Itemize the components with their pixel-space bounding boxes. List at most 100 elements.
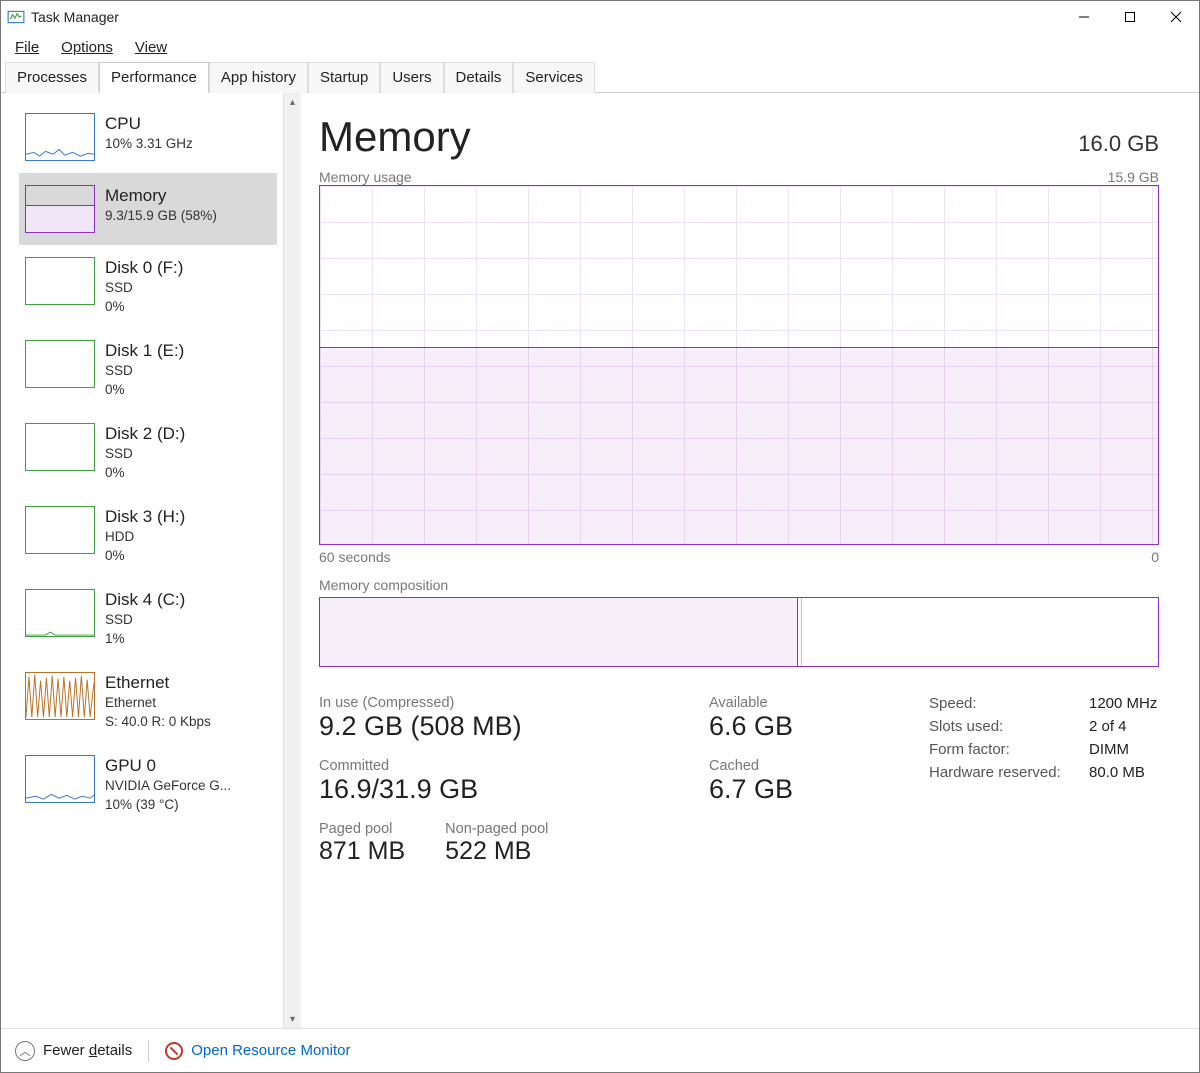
memory-panel: Memory 16.0 GB Memory usage 15.9 GB 60 s… <box>301 93 1199 1028</box>
menu-options[interactable]: Options <box>61 39 113 56</box>
tab-strip: Processes Performance App history Startu… <box>1 61 1199 93</box>
sidebar-item-disk-3[interactable]: Disk 3 (H:) HDD 0% <box>19 494 277 577</box>
paged-label: Paged pool <box>319 821 405 837</box>
menu-file[interactable]: File <box>15 39 39 56</box>
divider <box>148 1040 149 1062</box>
tab-startup[interactable]: Startup <box>308 62 380 93</box>
hw-reserved-val: 80.0 MB <box>1089 764 1145 781</box>
gpu-sparkline-icon <box>25 755 95 803</box>
minimize-button[interactable] <box>1061 1 1107 33</box>
fewer-details-label: Fewer details <box>43 1042 132 1059</box>
maximize-button[interactable] <box>1107 1 1153 33</box>
sidebar-item-sub2: 0% <box>105 382 184 399</box>
committed-value: 16.9/31.9 GB <box>319 774 669 805</box>
footer-bar: ︿ Fewer details Open Resource Monitor <box>1 1028 1199 1072</box>
sidebar-item-disk-0[interactable]: Disk 0 (F:) SSD 0% <box>19 245 277 328</box>
disk-sparkline-icon <box>25 423 95 471</box>
chart-ymax: 15.9 GB <box>1108 169 1159 185</box>
composition-in-use <box>320 598 798 666</box>
window-controls <box>1061 1 1199 33</box>
in-use-label: In use (Compressed) <box>319 695 669 711</box>
composition-label: Memory composition <box>319 577 1159 593</box>
hw-slots-key: Slots used: <box>929 718 1089 735</box>
sidebar-item-sub: NVIDIA GeForce G... <box>105 778 231 795</box>
sidebar-item-label: Disk 2 (D:) <box>105 423 185 444</box>
memory-composition-bar <box>319 597 1159 667</box>
hw-slots-val: 2 of 4 <box>1089 718 1127 735</box>
hw-speed-key: Speed: <box>929 695 1089 712</box>
composition-available <box>802 598 1158 666</box>
sidebar-item-sub: Ethernet <box>105 695 211 712</box>
chevron-up-icon: ︿ <box>15 1041 35 1061</box>
available-label: Available <box>709 695 889 711</box>
sidebar-scrollbar[interactable]: ▴ ▾ <box>283 93 301 1028</box>
nonpaged-value: 522 MB <box>445 837 548 866</box>
paged-value: 871 MB <box>319 837 405 866</box>
menu-bar: File Options View <box>1 33 1199 61</box>
sidebar-item-label: CPU <box>105 113 193 134</box>
sidebar-item-sub: SSD <box>105 446 185 463</box>
sidebar-item-sub2: S: 40.0 R: 0 Kbps <box>105 714 211 731</box>
menu-view[interactable]: View <box>135 39 167 56</box>
title-bar: Task Manager <box>1 1 1199 33</box>
hw-reserved-key: Hardware reserved: <box>929 764 1089 781</box>
disk-sparkline-icon <box>25 506 95 554</box>
chart-xright: 0 <box>1151 549 1159 565</box>
hw-form-val: DIMM <box>1089 741 1129 758</box>
app-icon <box>7 8 25 26</box>
nonpaged-label: Non-paged pool <box>445 821 548 837</box>
sidebar-item-label: Ethernet <box>105 672 211 693</box>
close-button[interactable] <box>1153 1 1199 33</box>
sidebar-item-sub: SSD <box>105 363 184 380</box>
sidebar-item-disk-2[interactable]: Disk 2 (D:) SSD 0% <box>19 411 277 494</box>
in-use-value: 9.2 GB (508 MB) <box>319 711 669 742</box>
committed-label: Committed <box>319 758 669 774</box>
sidebar-item-sub: 10% 3.31 GHz <box>105 136 193 153</box>
resource-monitor-label: Open Resource Monitor <box>191 1042 350 1059</box>
sidebar-item-label: Memory <box>105 185 217 206</box>
sidebar-item-memory[interactable]: Memory 9.3/15.9 GB (58%) <box>19 173 277 245</box>
sidebar-item-label: Disk 3 (H:) <box>105 506 185 527</box>
memory-usage-chart <box>319 185 1159 545</box>
tab-services[interactable]: Services <box>513 62 595 93</box>
sidebar-item-sub: SSD <box>105 280 183 297</box>
fewer-details-button[interactable]: ︿ Fewer details <box>15 1041 132 1061</box>
sidebar-item-disk-1[interactable]: Disk 1 (E:) SSD 0% <box>19 328 277 411</box>
open-resource-monitor-link[interactable]: Open Resource Monitor <box>165 1042 350 1060</box>
task-manager-window: Task Manager File Options View Processes… <box>0 0 1200 1073</box>
resource-monitor-icon <box>165 1042 183 1060</box>
tab-details[interactable]: Details <box>444 62 514 93</box>
memory-sparkline-icon <box>25 185 95 233</box>
sidebar-item-ethernet[interactable]: Ethernet Ethernet S: 40.0 R: 0 Kbps <box>19 660 277 743</box>
tab-performance[interactable]: Performance <box>99 62 209 93</box>
page-title: Memory <box>319 113 471 161</box>
chart-xleft: 60 seconds <box>319 549 391 565</box>
sidebar-item-sub2: 0% <box>105 465 185 482</box>
scroll-up-icon[interactable]: ▴ <box>284 93 301 111</box>
sidebar-item-label: Disk 4 (C:) <box>105 589 185 610</box>
available-value: 6.6 GB <box>709 711 889 742</box>
window-title: Task Manager <box>31 9 119 25</box>
tab-users[interactable]: Users <box>380 62 443 93</box>
sidebar-item-sub: HDD <box>105 529 185 546</box>
scroll-down-icon[interactable]: ▾ <box>284 1010 301 1028</box>
memory-total: 16.0 GB <box>1078 131 1159 157</box>
tab-app-history[interactable]: App history <box>209 62 308 93</box>
disk-sparkline-icon <box>25 257 95 305</box>
disk-sparkline-icon <box>25 589 95 637</box>
sidebar-item-sub: 9.3/15.9 GB (58%) <box>105 208 217 225</box>
performance-sidebar: CPU 10% 3.31 GHz Memory 9.3/15.9 GB (58%… <box>1 93 301 1028</box>
sidebar-item-label: Disk 1 (E:) <box>105 340 184 361</box>
disk-sparkline-icon <box>25 340 95 388</box>
cpu-sparkline-icon <box>25 113 95 161</box>
sidebar-item-gpu-0[interactable]: GPU 0 NVIDIA GeForce G... 10% (39 °C) <box>19 743 277 826</box>
chart-ylabel: Memory usage <box>319 169 412 185</box>
sidebar-item-sub2: 10% (39 °C) <box>105 797 231 814</box>
sidebar-item-label: Disk 0 (F:) <box>105 257 183 278</box>
tab-processes[interactable]: Processes <box>5 62 99 93</box>
sidebar-item-sub2: 0% <box>105 548 185 565</box>
sidebar-item-sub2: 0% <box>105 299 183 316</box>
sidebar-item-disk-4[interactable]: Disk 4 (C:) SSD 1% <box>19 577 277 660</box>
ethernet-sparkline-icon <box>25 672 95 720</box>
sidebar-item-cpu[interactable]: CPU 10% 3.31 GHz <box>19 101 277 173</box>
